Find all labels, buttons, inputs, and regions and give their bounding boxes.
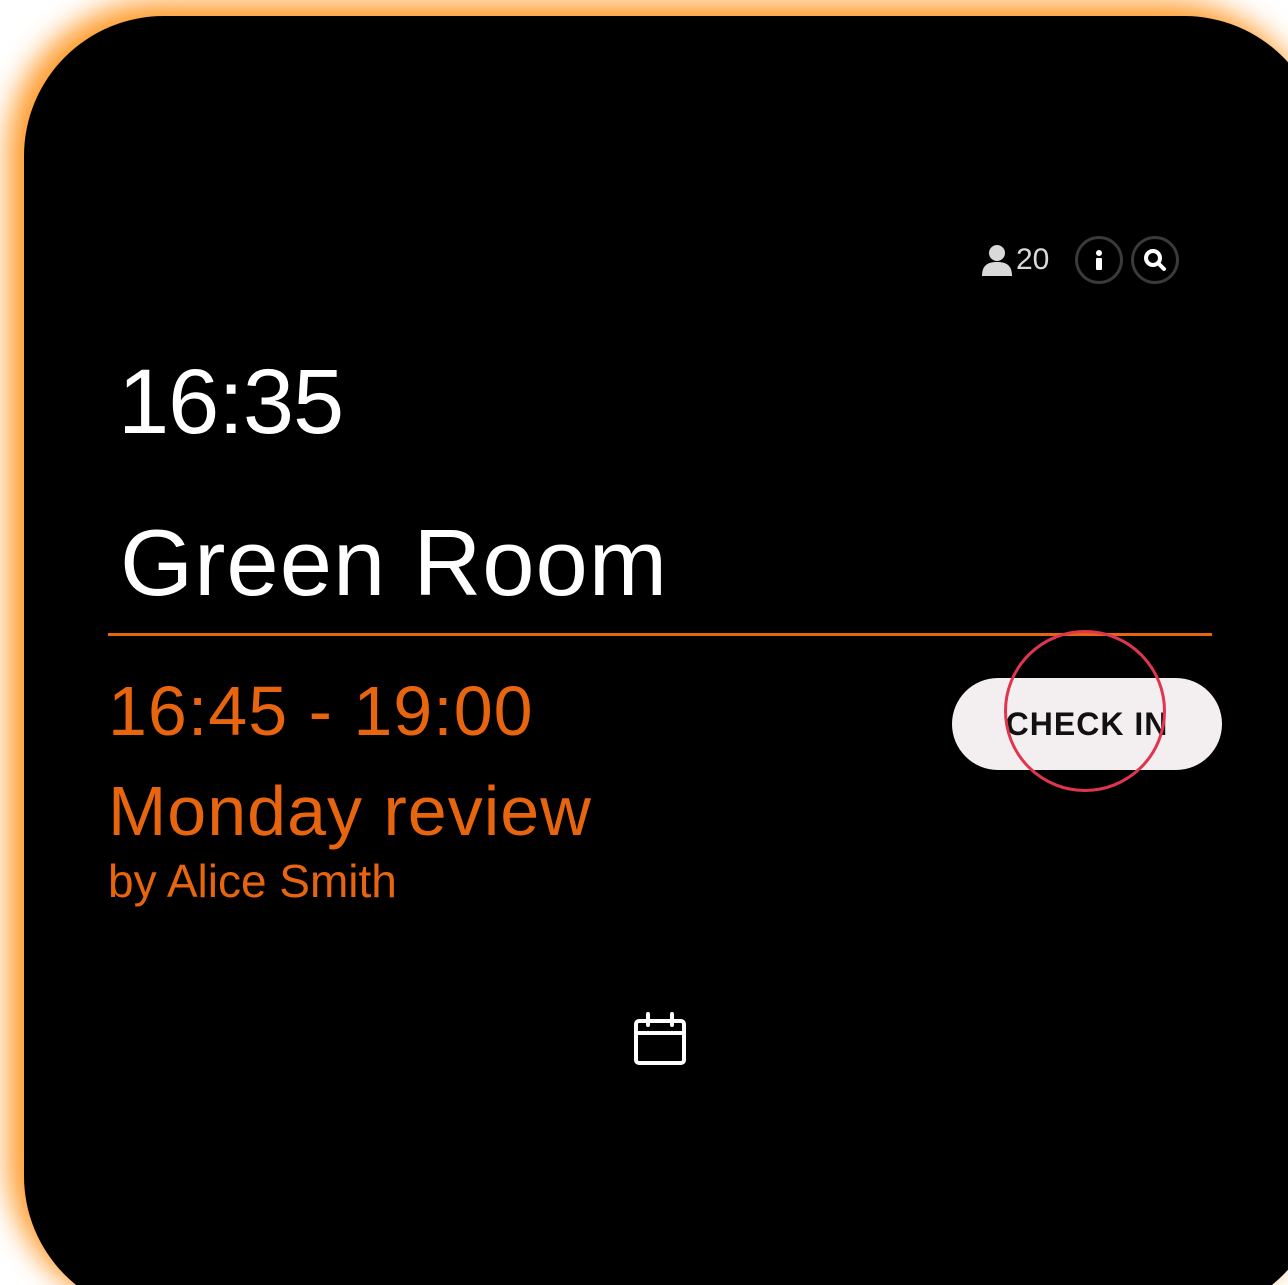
info-icon: [1096, 250, 1103, 270]
search-button[interactable]: [1131, 236, 1180, 284]
current-time: 16:35: [118, 351, 344, 453]
search-icon: [1144, 249, 1167, 271]
meeting-time-range: 16:45 - 19:00: [108, 672, 534, 750]
room-panel: 20 16:35 Green Room 16:45 - 19:00 Monday…: [24, 16, 1288, 1285]
divider-line: [108, 633, 1212, 636]
calendar-icon: [634, 1012, 686, 1065]
capacity-count: 20: [1016, 243, 1050, 276]
room-capacity: 20: [980, 243, 1049, 277]
device-frame: 20 16:35 Green Room 16:45 - 19:00 Monday…: [0, 0, 1288, 1285]
room-name: Green Room: [120, 510, 669, 615]
meeting-title: Monday review: [108, 772, 592, 850]
status-bar: 20: [980, 230, 1180, 290]
info-button[interactable]: [1075, 236, 1124, 284]
calendar-button[interactable]: [632, 1011, 688, 1067]
meeting-organizer: by Alice Smith: [108, 855, 397, 907]
person-icon: [982, 245, 1012, 276]
check-in-button[interactable]: CHECK IN: [952, 678, 1222, 770]
